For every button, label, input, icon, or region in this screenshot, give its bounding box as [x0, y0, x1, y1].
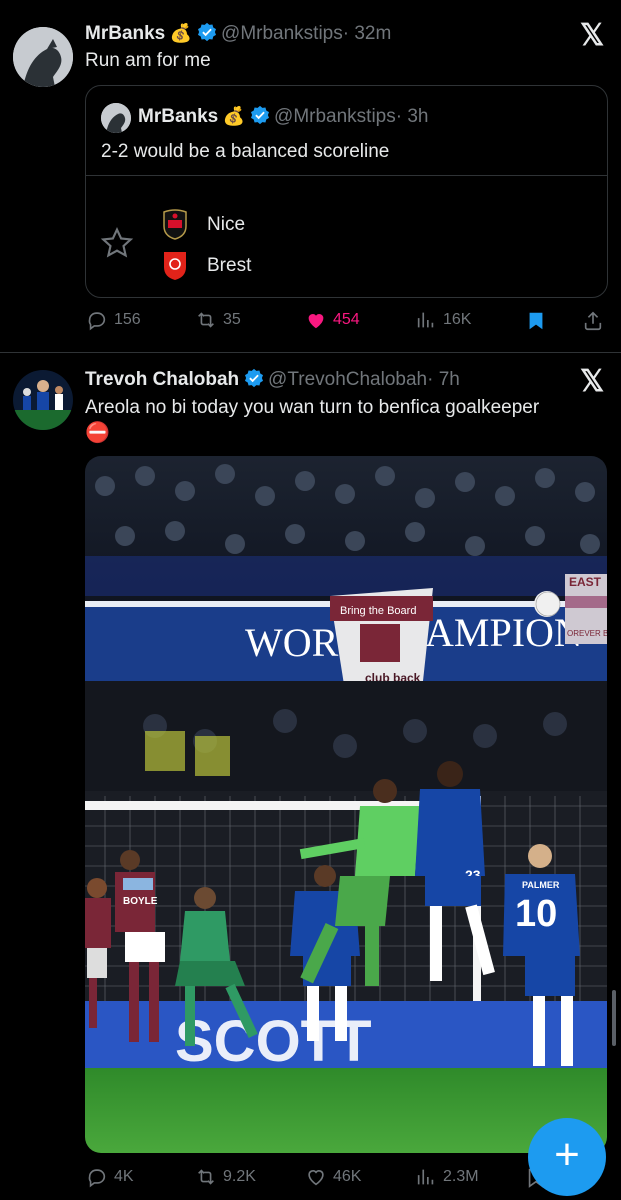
brest-crest-icon	[162, 249, 188, 281]
flag-text: EAST	[569, 575, 602, 589]
quote-time: · 3h	[395, 106, 429, 127]
football-match-photo: WORL AMPION Bring the Board club back EA…	[85, 456, 607, 1153]
views-icon	[417, 312, 434, 328]
quoted-tweet[interactable]: MrBanks 💰 @Mrbankstips· 3h 2-2 would be …	[85, 85, 608, 298]
reply-button[interactable]: 4K	[86, 1166, 134, 1188]
tweet-text: Run am for me	[85, 50, 211, 71]
verified-badge-icon	[244, 368, 264, 388]
like-button[interactable]: 46K	[305, 1166, 361, 1188]
views-button[interactable]: 2.3M	[415, 1166, 479, 1188]
view-count: 16K	[443, 311, 472, 328]
bookmark-filled-icon[interactable]	[525, 309, 547, 338]
money-bag-emoji: 💰	[169, 23, 193, 43]
flag-sub: OREVER BLO	[567, 629, 607, 638]
scrollbar-thumb[interactable]	[612, 990, 616, 1046]
avatar[interactable]	[13, 27, 73, 87]
tweet-divider	[0, 352, 621, 353]
heart-filled-icon	[308, 314, 324, 329]
reply-icon	[88, 312, 106, 331]
heart-icon	[308, 1170, 324, 1186]
views-icon	[417, 1169, 434, 1185]
like-count: 454	[333, 311, 360, 328]
verified-badge-icon	[250, 105, 270, 125]
avatar-image	[13, 27, 73, 87]
no-entry-emoji: ⛔	[85, 422, 110, 444]
team-option-brest[interactable]: Brest	[207, 255, 251, 277]
like-button[interactable]: 454	[305, 309, 360, 331]
nice-crest-icon	[162, 208, 188, 240]
avatar-image	[13, 370, 73, 430]
club-banner-top: Bring the Board	[340, 605, 416, 617]
tweet-time[interactable]: · 7h	[427, 369, 460, 390]
quote-text: 2-2 would be a balanced scoreline	[101, 141, 390, 162]
quote-author-name: MrBanks	[138, 106, 219, 127]
star-icon[interactable]	[100, 226, 134, 265]
tweet-photo[interactable]: WORL AMPION Bring the Board club back EA…	[85, 456, 607, 1153]
repost-button[interactable]: 9.2K	[195, 1166, 256, 1188]
quote-author-handle: @Mrbankstips	[274, 106, 396, 127]
money-bag-emoji: 💰	[222, 106, 246, 126]
reply-button[interactable]: 156	[86, 309, 141, 331]
team-option-nice[interactable]: Nice	[207, 214, 245, 236]
avatar[interactable]	[13, 370, 73, 430]
reply-icon	[88, 1169, 106, 1188]
reply-count: 4K	[114, 1168, 134, 1185]
view-count: 2.3M	[443, 1168, 479, 1185]
repost-button[interactable]: 35	[195, 309, 241, 331]
like-count: 46K	[333, 1168, 362, 1185]
reply-count: 156	[114, 311, 141, 328]
x-logo-icon: 𝕏	[580, 19, 605, 52]
share-icon[interactable]	[582, 309, 604, 338]
author-name[interactable]: Trevoh Chalobah	[85, 369, 239, 390]
repost-count: 35	[223, 311, 241, 328]
divider	[86, 175, 607, 176]
author-handle[interactable]: @Mrbankstips	[221, 23, 343, 44]
compose-button[interactable]: +	[528, 1118, 606, 1196]
sponsor-text: BOYLE	[123, 896, 158, 907]
repost-icon	[198, 312, 214, 328]
player-number-text: 10	[515, 893, 557, 935]
author-handle[interactable]: @TrevohChalobah	[268, 369, 427, 390]
tweet-time[interactable]: · 32m	[343, 23, 392, 44]
views-button[interactable]: 16K	[415, 309, 471, 331]
repost-count: 9.2K	[223, 1168, 256, 1185]
quote-avatar	[101, 103, 131, 133]
tweet-text: Areola no bi today you wan turn to benfi…	[85, 397, 540, 418]
player-name-text: PALMER	[522, 880, 560, 890]
x-logo-icon: 𝕏	[580, 365, 605, 398]
banner-text-right: AMPION	[425, 610, 583, 655]
author-name[interactable]: MrBanks	[85, 23, 165, 44]
verified-badge-icon	[197, 22, 217, 42]
plus-icon: +	[554, 1130, 580, 1179]
repost-icon	[198, 1169, 214, 1185]
